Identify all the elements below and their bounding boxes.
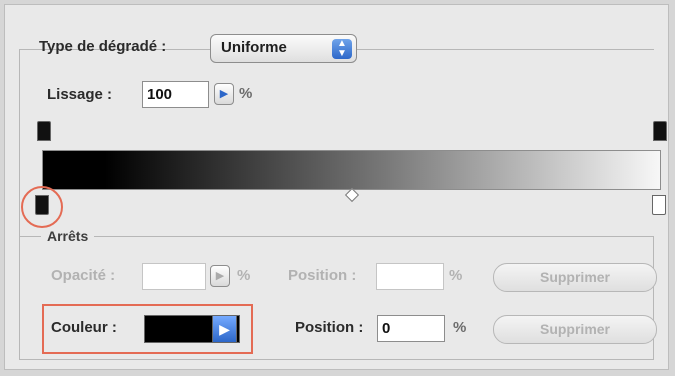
selected-stop-highlight bbox=[21, 186, 63, 228]
smoothness-unit: % bbox=[239, 85, 253, 102]
color-stop-right[interactable] bbox=[652, 195, 666, 215]
opacity-unit: % bbox=[237, 267, 251, 284]
opacity-stop-right[interactable] bbox=[653, 121, 667, 141]
color-picker-button[interactable]: ▶ bbox=[212, 315, 237, 343]
opacity-label: Opacité : bbox=[51, 267, 116, 284]
opacity-delete-button[interactable]: Supprimer bbox=[493, 263, 657, 292]
gradient-midpoint-diamond[interactable] bbox=[344, 187, 360, 203]
color-delete-button[interactable]: Supprimer bbox=[493, 315, 657, 344]
smoothness-stepper-button[interactable]: ▶ bbox=[214, 83, 234, 105]
smoothness-label: Lissage : bbox=[47, 86, 113, 103]
gradient-preview-bar[interactable] bbox=[42, 150, 661, 190]
gradient-type-label: Type de dégradé : bbox=[39, 38, 167, 55]
opacity-position-label: Position : bbox=[288, 267, 357, 284]
triangle-right-icon: ▶ bbox=[219, 321, 230, 337]
color-position-unit: % bbox=[453, 319, 467, 336]
opacity-position-input[interactable] bbox=[376, 263, 444, 290]
smoothness-input[interactable]: 100 bbox=[142, 81, 209, 108]
opacity-stepper-button[interactable]: ▶ bbox=[210, 265, 230, 287]
gradient-type-value: Uniforme bbox=[221, 39, 287, 56]
color-label: Couleur : bbox=[51, 319, 117, 336]
opacity-stop-left[interactable] bbox=[37, 121, 51, 141]
triangle-right-icon: ▶ bbox=[219, 88, 229, 100]
updown-arrows-icon: ▲ ▼ bbox=[332, 39, 352, 59]
gradient-type-select[interactable]: Uniforme ▲ ▼ bbox=[210, 34, 357, 63]
color-position-label: Position : bbox=[295, 319, 364, 336]
triangle-right-icon: ▶ bbox=[215, 270, 225, 282]
opacity-input[interactable] bbox=[142, 263, 206, 290]
gradient-editor-panel: Type de dégradé : Uniforme ▲ ▼ Lissage : … bbox=[4, 4, 669, 370]
opacity-position-unit: % bbox=[449, 267, 463, 284]
color-position-input[interactable]: 0 bbox=[377, 315, 445, 342]
stops-title: Arrêts bbox=[41, 228, 95, 244]
